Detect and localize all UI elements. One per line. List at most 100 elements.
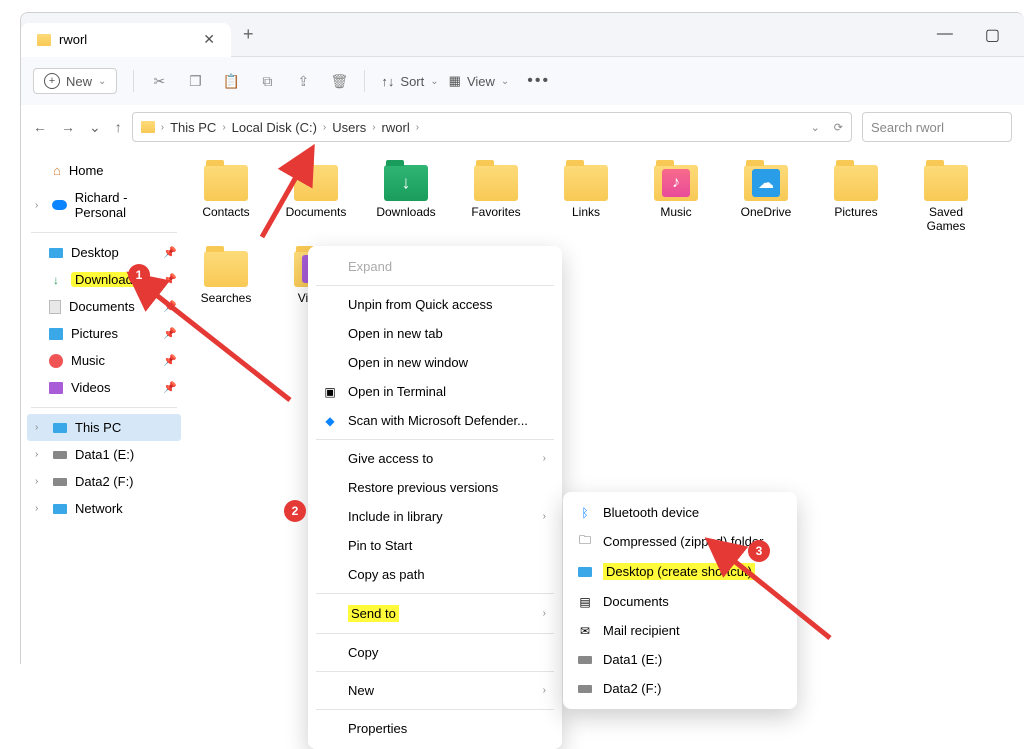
document-icon: ▤ [577,594,593,610]
view-label: View [467,74,495,89]
close-tab-icon[interactable]: ✕ [203,31,215,48]
chevron-right-icon[interactable]: › [35,503,45,514]
folder-savedgames[interactable]: Saved Games [915,165,977,233]
folder-label: OneDrive [741,205,792,219]
chevron-right-icon[interactable]: › [35,476,45,487]
forward-icon[interactable]: → [61,119,75,136]
annotation-arrow [252,162,312,247]
sidebar-label: Documents [69,299,135,314]
recent-icon[interactable]: ⌄ [89,119,101,136]
share-icon[interactable]: ⇪ [294,72,312,90]
pc-icon [53,423,67,433]
sidebar-personal[interactable]: › Richard - Personal [27,184,181,226]
folder-links[interactable]: Links [555,165,617,233]
up-icon[interactable]: ↑ [115,119,122,136]
music-icon [49,354,63,368]
sendto-bluetooth[interactable]: ᛒBluetooth device [563,498,797,527]
chevron-down-icon[interactable]: ⌄ [811,121,820,134]
folder-label: Music [660,205,691,219]
sidebar-network[interactable]: › Network [27,495,181,522]
back-icon[interactable]: ← [33,119,47,136]
folder-contacts[interactable]: Contacts [195,165,257,233]
ctx-copypath[interactable]: Copy as path [308,560,562,589]
rename-icon[interactable]: ⧉ [258,72,276,90]
breadcrumb-seg[interactable]: Users [332,120,366,135]
ctx-expand: Expand [308,252,562,281]
video-icon [49,382,63,394]
sidebar-desktop[interactable]: Desktop 📌 [41,239,181,266]
chevron-right-icon[interactable]: › [35,449,45,460]
chevron-right-icon: › [543,511,546,522]
tab-title: rworl [59,32,87,47]
folder-onedrive[interactable]: OneDrive [735,165,797,233]
cloud-icon [52,200,67,210]
chevron-right-icon: › [222,122,225,133]
sidebar-label: Videos [71,380,111,395]
folder-label: Favorites [471,205,520,219]
new-tab-button[interactable]: + [243,24,254,45]
sendto-data2[interactable]: Data2 (F:) [563,674,797,703]
ctx-library[interactable]: Include in library› [308,502,562,531]
chevron-right-icon[interactable]: › [35,422,45,433]
sidebar-home[interactable]: ⌂ Home [27,157,181,184]
drive-icon [577,681,593,697]
window-controls: — ▢ [937,25,1024,45]
home-icon: ⌂ [53,163,61,178]
folder-pictures[interactable]: Pictures [825,165,887,233]
copy-icon[interactable]: ❐ [186,72,204,90]
delete-icon[interactable]: 🗑 [330,72,348,90]
sidebar-data2[interactable]: › Data2 (F:) [27,468,181,495]
breadcrumb-seg[interactable]: rworl [382,120,410,135]
chevron-right-icon: › [161,122,164,133]
context-menu: Expand Unpin from Quick access Open in n… [308,246,562,749]
address-bar[interactable]: › This PC › Local Disk (C:) › Users › rw… [132,112,852,142]
ctx-pinstart[interactable]: Pin to Start [308,531,562,560]
folder-music[interactable]: Music [645,165,707,233]
ctx-unpin[interactable]: Unpin from Quick access [308,290,562,319]
search-input[interactable]: Search rworl [862,112,1012,142]
new-button[interactable]: + New ⌄ [33,68,117,94]
annotation-arrow [140,280,300,415]
sidebar-data1[interactable]: › Data1 (E:) [27,441,181,468]
view-icon: ▦ [449,73,461,89]
drive-icon [53,451,67,459]
view-button[interactable]: ▦ View ⌄ [449,73,510,89]
folder-label: Contacts [202,205,249,219]
sidebar-label: Data1 (E:) [75,447,134,462]
ctx-properties[interactable]: Properties [308,714,562,743]
ctx-sendto[interactable]: Send to› [308,598,562,629]
refresh-icon[interactable]: ⟳ [834,121,843,134]
minimize-icon[interactable]: — [937,25,953,45]
ctx-copy[interactable]: Copy [308,638,562,667]
tab-current[interactable]: rworl ✕ [21,23,231,57]
breadcrumb-seg[interactable]: Local Disk (C:) [232,120,317,135]
picture-icon [49,328,63,340]
chevron-right-icon[interactable]: › [35,200,44,211]
paste-icon[interactable]: 📋 [222,72,240,90]
folder-downloads[interactable]: Downloads [375,165,437,233]
toolbar: + New ⌄ ✂ ❐ 📋 ⧉ ⇪ 🗑 ↑↓ Sort ⌄ ▦ View ⌄ •… [21,57,1024,105]
maximize-icon[interactable]: ▢ [985,25,1000,45]
breadcrumb-seg[interactable]: This PC [170,120,216,135]
chevron-down-icon: ⌄ [98,76,106,87]
navbar: ← → ⌄ ↑ › This PC › Local Disk (C:) › Us… [21,105,1024,149]
chevron-down-icon: ⌄ [501,76,509,87]
folder-favorites[interactable]: Favorites [465,165,527,233]
plus-icon: + [44,73,60,89]
sidebar-thispc[interactable]: › This PC [27,414,181,441]
document-icon [49,300,61,314]
ctx-sendto-label-highlighted: Send to [348,605,399,622]
ctx-new[interactable]: New› [308,676,562,705]
ctx-access[interactable]: Give access to› [308,444,562,473]
chevron-right-icon: › [372,122,375,133]
ctx-newtab[interactable]: Open in new tab [308,319,562,348]
more-icon[interactable]: ••• [527,72,550,90]
ctx-terminal[interactable]: ▣Open in Terminal [308,377,562,406]
ctx-restore[interactable]: Restore previous versions [308,473,562,502]
ctx-defender[interactable]: ◆Scan with Microsoft Defender... [308,406,562,435]
sort-button[interactable]: ↑↓ Sort ⌄ [381,74,438,89]
cut-icon[interactable]: ✂ [150,72,168,90]
folder-icon [141,121,155,133]
pin-icon[interactable]: 📌 [163,246,177,259]
ctx-newwindow[interactable]: Open in new window [308,348,562,377]
